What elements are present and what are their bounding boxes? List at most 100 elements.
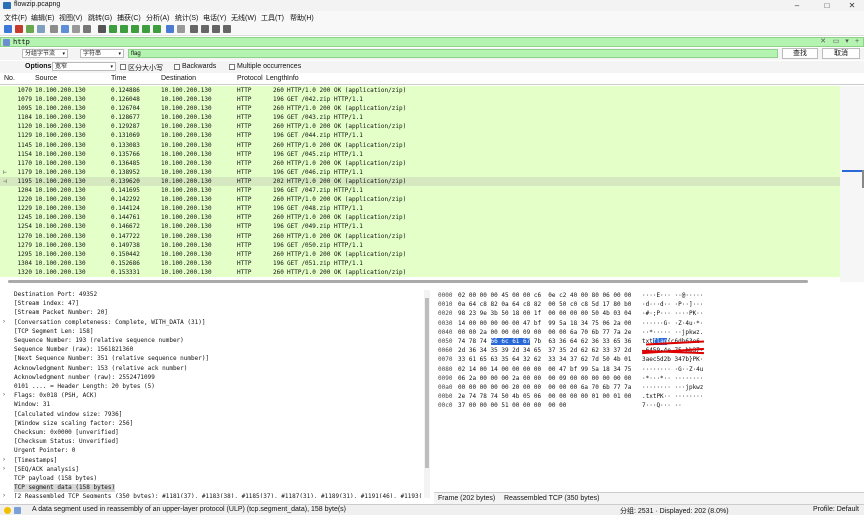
packet-row[interactable]: 1245 10.100.200.130 0.144761 10.100.200.130…: [0, 213, 840, 223]
menu-analyze[interactable]: 分析(A): [146, 13, 169, 23]
maximize-icon[interactable]: □: [818, 0, 836, 11]
column-header-destination[interactable]: Destination: [161, 75, 196, 82]
close-file-icon[interactable]: [72, 25, 80, 33]
packet-row[interactable]: 1170 10.100.200.130 0.136485 10.100.200.130…: [0, 158, 840, 168]
open-file-icon[interactable]: [50, 25, 58, 33]
detail-line[interactable]: Acknowledgment Number: 153 (relative ack…: [14, 365, 187, 373]
packet-row[interactable]: 1079 10.100.200.130 0.126048 10.100.200.130…: [0, 95, 840, 105]
packet-row[interactable]: 1104 10.100.200.130 0.128677 10.100.200.130…: [0, 113, 840, 123]
normal-size-icon[interactable]: [212, 25, 220, 33]
ascii-bytes[interactable]: .txtPK·· ········: [642, 393, 703, 401]
packet-row[interactable]: 1254 10.100.200.130 0.146672 10.100.200.130…: [0, 222, 840, 232]
menu-telephony[interactable]: 电话(Y): [203, 13, 226, 23]
hex-bytes[interactable]: 98 23 9e 3b 50 18 00 1f 00 00 00 00 50 4…: [458, 310, 631, 318]
menu-view[interactable]: 视图(V): [59, 13, 82, 23]
detail-line[interactable]: [Calculated window size: 7936]: [14, 411, 122, 419]
charset-combo[interactable]: 宽窄 ▾: [52, 62, 116, 71]
detail-line[interactable]: Window: 31: [14, 401, 50, 409]
column-header-source[interactable]: Source: [35, 75, 57, 82]
display-filter-bar[interactable]: http ✕ ▭ ▾ +: [0, 37, 864, 47]
expand-chevron-icon[interactable]: ›: [3, 466, 5, 472]
menu-capture[interactable]: 捕获(C): [117, 13, 141, 23]
ascii-bytes[interactable]: 3aec5d2b 347b}PK·: [642, 356, 703, 364]
expand-chevron-icon[interactable]: ›: [3, 493, 5, 498]
detail-line[interactable]: [2 Reassembled TCP Segments (350 bytes):…: [14, 493, 422, 498]
menu-help[interactable]: 帮助(H): [290, 13, 314, 23]
multiple-occurrences-checkbox[interactable]: [229, 64, 235, 70]
hex-bytes[interactable]: 00 00 2a 00 00 00 09 00 00 00 6a 70 6b 7…: [458, 329, 631, 337]
hex-bytes[interactable]: 02 14 00 14 00 00 00 00 00 47 bf 99 5a 1…: [458, 366, 631, 374]
save-file-icon[interactable]: [61, 25, 69, 33]
hex-bytes[interactable]: 06 2a 00 00 00 2a 00 00 00 09 00 00 00 0…: [458, 375, 631, 383]
go-back-icon[interactable]: [109, 25, 117, 33]
detail-line[interactable]: TCP segment data (158 bytes): [14, 484, 116, 493]
detail-line[interactable]: [Timestamps]: [14, 457, 57, 465]
edit-comment-icon[interactable]: [14, 507, 21, 514]
packet-row[interactable]: 1295 10.100.200.130 0.150442 10.100.200.130…: [0, 249, 840, 259]
menu-file[interactable]: 文件(F): [4, 13, 27, 23]
detail-line[interactable]: [Stream index: 47]: [14, 300, 79, 308]
backwards-checkbox[interactable]: [174, 64, 180, 70]
status-profile[interactable]: Profile: Default: [813, 506, 859, 513]
column-header-info[interactable]: Info: [287, 75, 299, 82]
hex-bytes[interactable]: 37 00 00 00 51 00 00 00 00 00: [458, 402, 566, 410]
packet-row[interactable]: 1179 10.100.200.130 0.138952 10.100.200.130…: [0, 167, 840, 177]
hex-bytes[interactable]: 33 61 65 63 35 64 32 62 33 34 37 62 7d 5…: [458, 356, 631, 364]
column-header-no[interactable]: No.: [4, 75, 15, 82]
hex-bytes[interactable]: 14 00 00 00 00 00 47 bf 99 5a 18 34 75 0…: [458, 320, 631, 328]
detail-line[interactable]: [Window size scaling factor: 256]: [14, 420, 133, 428]
ascii-bytes[interactable]: ········ ···jpkwz: [642, 384, 703, 392]
detail-line[interactable]: [Stream Packet Number: 20]: [14, 309, 108, 317]
case-sensitive-checkbox[interactable]: [120, 64, 126, 70]
hex-bytes[interactable]: 00 00 00 00 00 20 00 00 00 00 00 6a 70 6…: [458, 384, 631, 392]
detail-line[interactable]: TCP payload (158 bytes): [14, 475, 97, 483]
packet-row[interactable]: 1270 10.100.200.130 0.147722 10.100.200.130…: [0, 231, 840, 241]
expand-chevron-icon[interactable]: ›: [3, 457, 5, 463]
hex-bytes[interactable]: 02 00 00 00 45 00 00 c6 0e c2 40 00 80 0…: [458, 292, 631, 300]
zoom-out-icon[interactable]: [201, 25, 209, 33]
ascii-bytes[interactable]: ····E··· ··@·····: [642, 292, 703, 300]
ascii-bytes[interactable]: ·d···d·· ·P··]···: [642, 301, 703, 309]
packet-row[interactable]: 1229 10.100.200.130 0.144124 10.100.200.130…: [0, 204, 840, 214]
find-input[interactable]: flag: [128, 49, 778, 58]
capture-options-icon[interactable]: [37, 25, 45, 33]
detail-line[interactable]: Acknowledgment number (raw): 2552471099: [14, 374, 155, 382]
tab-reassembled-tcp[interactable]: Reassembled TCP (350 bytes): [504, 495, 599, 502]
detail-line[interactable]: Sequence Number (raw): 1561821360: [14, 346, 133, 354]
expand-chevron-icon[interactable]: ›: [3, 392, 5, 398]
add-filter-button-icon[interactable]: +: [853, 38, 861, 46]
start-capture-icon[interactable]: [4, 25, 12, 33]
packet-row[interactable]: 1154 10.100.200.130 0.135766 10.100.200.130…: [0, 149, 840, 159]
apply-filter-icon[interactable]: ▭: [829, 38, 843, 46]
first-packet-icon[interactable]: [142, 25, 150, 33]
menu-wireless[interactable]: 无线(W): [231, 13, 256, 23]
packet-row[interactable]: 1120 10.100.200.130 0.129287 10.100.200.130…: [0, 122, 840, 132]
packet-row[interactable]: 1129 10.100.200.130 0.131069 10.100.200.130…: [0, 131, 840, 141]
detail-line[interactable]: Sequence Number: 193 (relative sequence …: [14, 337, 184, 345]
colorize-icon[interactable]: [177, 25, 185, 33]
display-filter-input[interactable]: http: [13, 38, 30, 46]
ascii-bytes[interactable]: ··*····· ··jpkwz.: [642, 329, 703, 337]
tab-frame-bytes[interactable]: Frame (202 bytes): [438, 495, 495, 502]
ascii-bytes[interactable]: ·#·;P··· ····PK··: [642, 310, 703, 318]
detail-line[interactable]: 0101 .... = Header Length: 20 bytes (5): [14, 383, 155, 391]
detail-line[interactable]: [TCP Segment Len: 158]: [14, 328, 93, 336]
last-packet-icon[interactable]: [153, 25, 161, 33]
close-icon[interactable]: ✕: [843, 0, 861, 11]
expand-chevron-icon[interactable]: ›: [3, 319, 5, 325]
detail-line[interactable]: Flags: 0x018 (PSH, ACK): [14, 392, 97, 400]
cancel-button[interactable]: 取消: [822, 48, 860, 59]
bookmark-icon[interactable]: [3, 39, 10, 46]
hex-bytes[interactable]: 0a 64 c8 82 0a 64 c8 82 00 50 c0 c8 5d 1…: [458, 301, 631, 309]
menu-go[interactable]: 跳转(G): [88, 13, 112, 23]
packet-row[interactable]: 1220 10.100.200.130 0.142292 10.100.200.130…: [0, 195, 840, 205]
go-to-packet-icon[interactable]: [131, 25, 139, 33]
find-button[interactable]: 查找: [782, 48, 818, 59]
ascii-bytes[interactable]: ······G· ·Z·4u·*·: [642, 320, 703, 328]
filter-dropdown-icon[interactable]: ▾: [843, 38, 851, 46]
packet-row[interactable]: 1304 10.100.200.130 0.152686 10.100.200.130…: [0, 258, 840, 268]
ascii-bytes[interactable]: ········ ·G··Z·4u: [642, 366, 703, 374]
resize-columns-icon[interactable]: [223, 25, 231, 33]
detail-line[interactable]: [Checksum Status: Unverified]: [14, 438, 119, 446]
detail-line[interactable]: Destination Port: 49352: [14, 291, 97, 299]
